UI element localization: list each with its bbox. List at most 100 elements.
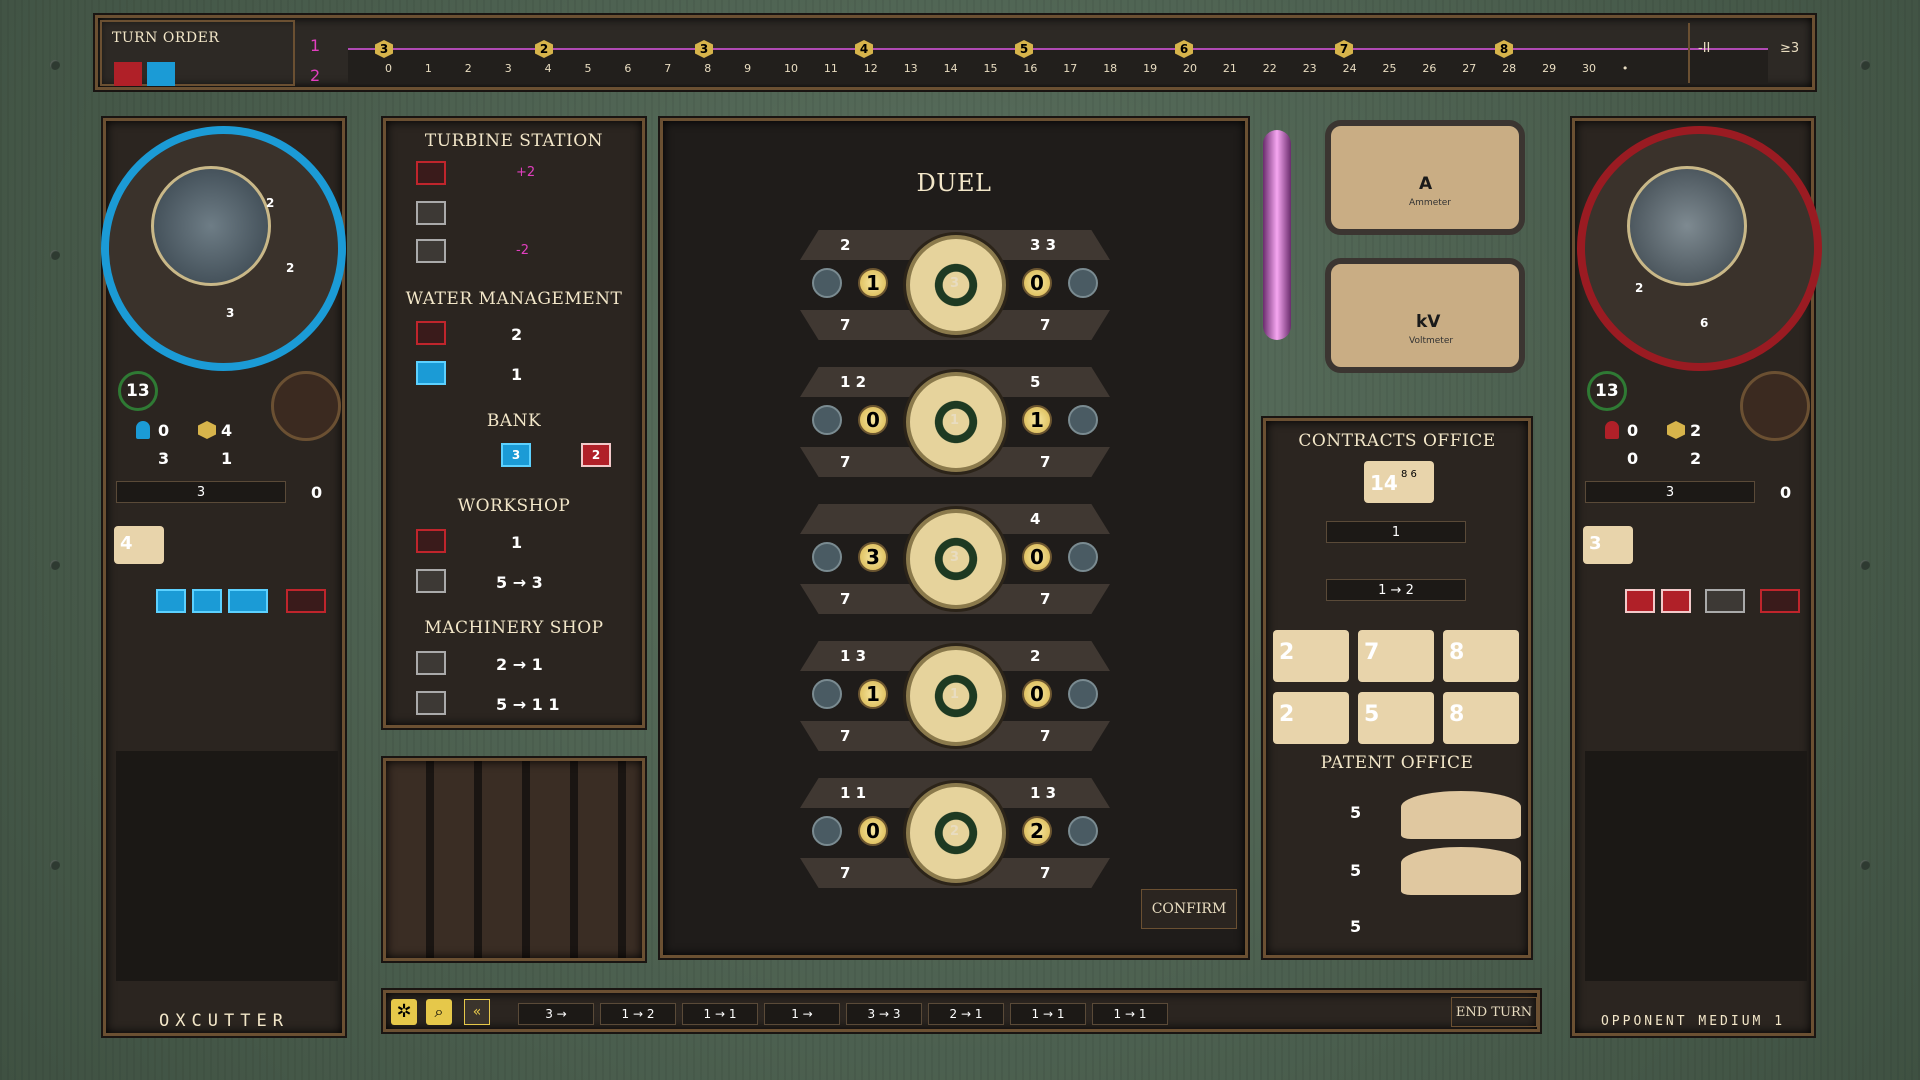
- slot-red[interactable]: [286, 589, 326, 613]
- machinery-row-2[interactable]: 5 → 1 1: [416, 691, 616, 717]
- track-tick: 10: [784, 62, 798, 75]
- red-slot[interactable]: [416, 161, 446, 185]
- contract-card[interactable]: 5: [1358, 692, 1434, 744]
- track-tick: 1: [424, 62, 432, 75]
- action-item[interactable]: 1 →: [764, 1003, 840, 1025]
- turbine-row-1[interactable]: +2: [416, 161, 616, 187]
- grey-slot[interactable]: [416, 651, 446, 675]
- duel-dial-center: 3: [950, 276, 960, 291]
- action-item[interactable]: 1 → 1: [1010, 1003, 1086, 1025]
- red-slot[interactable]: [416, 321, 446, 345]
- track-tick: 30: [1582, 62, 1596, 75]
- duel-row[interactable]: 1 2 5 0 1 1 7 7: [800, 367, 1110, 477]
- bank-val-1[interactable]: 3: [501, 443, 531, 467]
- left-avatar: [812, 268, 842, 298]
- water-row-1[interactable]: 2: [416, 321, 616, 347]
- duel-right-coin: 0: [1022, 268, 1052, 298]
- right-avatar: [1068, 405, 1098, 435]
- machinery-title: MACHINERY SHOP: [424, 618, 604, 638]
- bank-val-2[interactable]: 2: [581, 443, 611, 467]
- turbine-row-3[interactable]: -2: [416, 239, 616, 265]
- workshop-row-2[interactable]: 5 → 3: [416, 569, 616, 595]
- opp-score-value: 3: [1665, 484, 1675, 500]
- slot-blue-2[interactable]: [192, 589, 222, 613]
- blue-slot[interactable]: [416, 361, 446, 385]
- track-tick: 15: [983, 62, 998, 75]
- contracts-row-1[interactable]: 1: [1326, 521, 1466, 543]
- rivet: [50, 60, 60, 70]
- duel-left-coin: 1: [858, 679, 888, 709]
- slot-blue-3[interactable]: [228, 589, 268, 613]
- duel-left-bottom: 7: [840, 727, 851, 745]
- opp-slot-red-2[interactable]: [1661, 589, 1691, 613]
- slot-blue-1[interactable]: [156, 589, 186, 613]
- turn-order-title: TURN ORDER: [112, 30, 220, 46]
- contract-card[interactable]: 8: [1443, 630, 1519, 682]
- action-item[interactable]: 3 → 3: [846, 1003, 922, 1025]
- duel-row[interactable]: 2 3 3 1 3 0 7 7: [800, 230, 1110, 340]
- turbine-row-2[interactable]: [416, 201, 616, 227]
- duel-right-coin: 0: [1022, 679, 1052, 709]
- player-portrait: [151, 166, 271, 286]
- end-turn-button[interactable]: END TURN: [1451, 997, 1537, 1027]
- grey-slot[interactable]: [416, 691, 446, 715]
- action-item[interactable]: 3 →: [518, 1003, 594, 1025]
- duel-right-coin: 1: [1022, 405, 1052, 435]
- opp-card-count: 3: [1589, 533, 1602, 554]
- contract-card-value: 2: [1279, 640, 1295, 665]
- duel-right-bottom: 7: [1040, 727, 1051, 745]
- duel-right-bottom: 7: [1040, 453, 1051, 471]
- worker-icon: [1605, 421, 1619, 439]
- gold-count: 4: [221, 421, 233, 440]
- machinery-val-2: 5 → 1 1: [496, 695, 560, 714]
- duel-right-bottom: 7: [1040, 590, 1051, 608]
- patent-card-2[interactable]: [1401, 847, 1521, 895]
- rivet: [1860, 60, 1870, 70]
- gold-icon: [198, 421, 216, 439]
- action-item[interactable]: 1 → 1: [682, 1003, 758, 1025]
- duel-row[interactable]: 4 3 3 0 7 7: [800, 504, 1110, 614]
- workshop-row-1[interactable]: 1: [416, 529, 616, 555]
- water-management-title: WATER MANAGEMENT: [405, 289, 623, 309]
- grey-slot[interactable]: [416, 569, 446, 593]
- action-item[interactable]: 1 → 1: [1092, 1003, 1168, 1025]
- red-slot[interactable]: [416, 529, 446, 553]
- confirm-button[interactable]: CONFIRM: [1141, 889, 1237, 929]
- contracts-title: CONTRACTS OFFICE: [1298, 431, 1496, 451]
- water-row-2[interactable]: 1: [416, 361, 616, 387]
- turbine-val-3: -2: [516, 243, 529, 258]
- machinery-row-1[interactable]: 2 → 1: [416, 651, 616, 677]
- contracts-row-2[interactable]: 1 → 2: [1326, 579, 1466, 601]
- opp-slot-outline[interactable]: [1760, 589, 1800, 613]
- action-item[interactable]: 1 → 2: [600, 1003, 676, 1025]
- rewind-icon[interactable]: «: [464, 999, 490, 1025]
- left-avatar: [812, 679, 842, 709]
- gear-icon[interactable]: ✲: [391, 999, 417, 1025]
- track-tick: 20: [1183, 62, 1197, 75]
- duel-left-bottom: 7: [840, 864, 851, 882]
- track-tick: 7: [664, 62, 672, 75]
- grey-slot[interactable]: [416, 239, 446, 263]
- duel-row[interactable]: 1 1 1 3 0 2 2 7 7: [800, 778, 1110, 888]
- contract-card[interactable]: 2: [1273, 630, 1349, 682]
- track-tick: 6: [624, 62, 632, 75]
- track-tick: 18: [1103, 62, 1118, 75]
- opp-board: [1585, 751, 1807, 981]
- contract-card[interactable]: 8: [1443, 692, 1519, 744]
- turn-marker-1: 1: [310, 36, 321, 55]
- track-tick: 19: [1143, 62, 1158, 75]
- voltmeter-label: Voltmeter: [1409, 336, 1454, 346]
- action-item[interactable]: 2 → 1: [928, 1003, 1004, 1025]
- opp-slot-red-1[interactable]: [1625, 589, 1655, 613]
- patent-card-1[interactable]: [1401, 791, 1521, 839]
- contract-card[interactable]: 2: [1273, 692, 1349, 744]
- grey-slot[interactable]: [416, 201, 446, 225]
- turn-order-player-red: [114, 62, 142, 86]
- duel-left-top: 1 2: [840, 373, 867, 391]
- contract-card[interactable]: 7: [1358, 630, 1434, 682]
- gold-icon: [1667, 421, 1685, 439]
- search-icon[interactable]: ⌕: [426, 999, 452, 1025]
- opp-slot-grey[interactable]: [1705, 589, 1745, 613]
- duel-right-top: 2: [1030, 647, 1041, 665]
- duel-row[interactable]: 1 3 2 1 1 0 7 7: [800, 641, 1110, 751]
